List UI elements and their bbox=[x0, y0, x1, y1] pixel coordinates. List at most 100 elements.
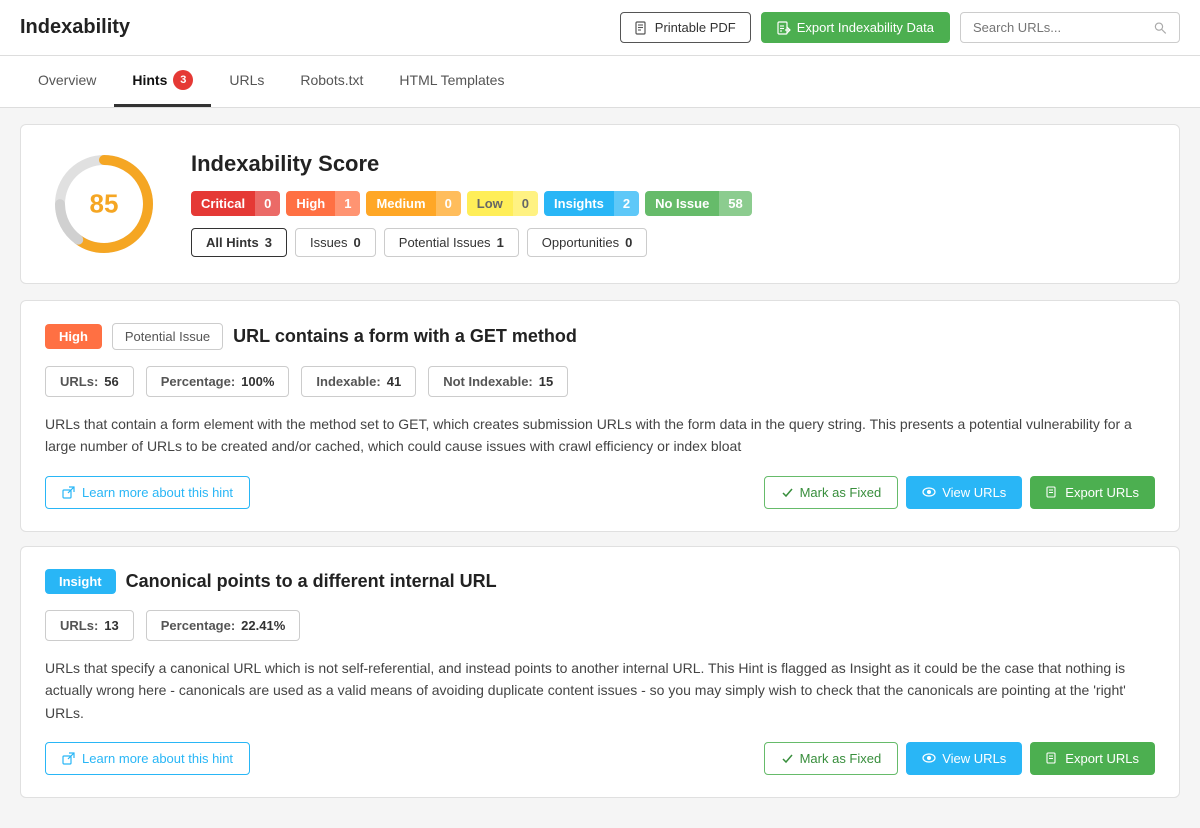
tab-overview[interactable]: Overview bbox=[20, 56, 114, 107]
hint-2-title: Canonical points to a different internal… bbox=[126, 571, 497, 592]
filter-opportunities-count: 0 bbox=[625, 235, 632, 250]
badge-critical-count: 0 bbox=[255, 191, 280, 216]
badge-critical-label: Critical bbox=[191, 191, 255, 216]
tab-hints[interactable]: Hints 3 bbox=[114, 56, 211, 107]
external-link-icon-2 bbox=[62, 752, 75, 765]
hint-2-mark-fixed-button[interactable]: Mark as Fixed bbox=[764, 742, 899, 775]
checkmark-icon-2 bbox=[781, 752, 794, 765]
hint-1-stat-urls: URLs: 56 bbox=[45, 366, 134, 397]
tab-overview-label: Overview bbox=[38, 72, 96, 88]
hint-1-header: High Potential Issue URL contains a form… bbox=[45, 323, 1155, 350]
hint-1-nidx-value: 15 bbox=[539, 374, 553, 389]
hint-1-stat-not-indexable: Not Indexable: 15 bbox=[428, 366, 568, 397]
pdf-icon bbox=[635, 21, 649, 35]
hint-1-stat-percentage: Percentage: 100% bbox=[146, 366, 290, 397]
hint-1-export-urls-label: Export URLs bbox=[1065, 485, 1139, 500]
hints-badge: 3 bbox=[173, 70, 193, 90]
hint-2-urls-label: URLs: bbox=[60, 618, 98, 633]
tab-hints-label: Hints bbox=[132, 72, 167, 88]
filter-all-hints[interactable]: All Hints 3 bbox=[191, 228, 287, 257]
badge-low-label: Low bbox=[467, 191, 513, 216]
search-icon bbox=[1154, 21, 1167, 35]
search-input[interactable] bbox=[973, 20, 1148, 35]
badge-noissue[interactable]: No Issue 58 bbox=[645, 191, 752, 216]
hint-1-urls-value: 56 bbox=[104, 374, 118, 389]
hint-1-stat-indexable: Indexable: 41 bbox=[301, 366, 416, 397]
hint-1-learn-more-button[interactable]: Learn more about this hint bbox=[45, 476, 250, 509]
tab-html-templates-label: HTML Templates bbox=[399, 72, 504, 88]
hint-1-export-urls-button[interactable]: Export URLs bbox=[1030, 476, 1155, 509]
eye-icon-2 bbox=[922, 751, 936, 765]
hint-1-type: Potential Issue bbox=[112, 323, 223, 350]
printable-pdf-button[interactable]: Printable PDF bbox=[620, 12, 751, 43]
badge-high-label: High bbox=[286, 191, 335, 216]
score-title: Indexability Score bbox=[191, 151, 1151, 177]
hint-1-pct-value: 100% bbox=[241, 374, 274, 389]
score-info: Indexability Score Critical 0 High 1 Med… bbox=[191, 151, 1151, 257]
hint-2-severity: Insight bbox=[45, 569, 116, 594]
eye-icon bbox=[922, 485, 936, 499]
badge-high-count: 1 bbox=[335, 191, 360, 216]
score-card: 85 Indexability Score Critical 0 High 1 … bbox=[20, 124, 1180, 284]
hint-2-description: URLs that specify a canonical URL which … bbox=[45, 657, 1155, 724]
hint-1-mark-fixed-label: Mark as Fixed bbox=[800, 485, 882, 500]
badge-critical[interactable]: Critical 0 bbox=[191, 191, 280, 216]
export-icon bbox=[777, 21, 791, 35]
export-urls-icon bbox=[1046, 486, 1059, 499]
export-urls-icon-2 bbox=[1046, 752, 1059, 765]
filter-potential-label: Potential Issues bbox=[399, 235, 491, 250]
filter-opportunities-label: Opportunities bbox=[542, 235, 619, 250]
tabs-bar: Overview Hints 3 URLs Robots.txt HTML Te… bbox=[0, 56, 1200, 108]
badge-insights-count: 2 bbox=[614, 191, 639, 216]
hint-2-export-urls-button[interactable]: Export URLs bbox=[1030, 742, 1155, 775]
filter-all-count: 3 bbox=[265, 235, 272, 250]
search-box bbox=[960, 12, 1180, 43]
hint-1-nidx-label: Not Indexable: bbox=[443, 374, 533, 389]
filter-potential-issues[interactable]: Potential Issues 1 bbox=[384, 228, 519, 257]
top-bar: Indexability Printable PDF Export Indexa… bbox=[0, 0, 1200, 56]
badge-medium[interactable]: Medium 0 bbox=[366, 191, 460, 216]
hint-1-learn-label: Learn more about this hint bbox=[82, 485, 233, 500]
hint-2-stat-urls: URLs: 13 bbox=[45, 610, 134, 641]
hint-2-urls-value: 13 bbox=[104, 618, 118, 633]
badge-noissue-count: 58 bbox=[719, 191, 751, 216]
badge-medium-label: Medium bbox=[366, 191, 435, 216]
hint-1-description: URLs that contain a form element with th… bbox=[45, 413, 1155, 458]
badge-low-count: 0 bbox=[513, 191, 538, 216]
hint-1-actions: Learn more about this hint Mark as Fixed… bbox=[45, 476, 1155, 509]
hint-1-view-urls-button[interactable]: View URLs bbox=[906, 476, 1022, 509]
tab-urls[interactable]: URLs bbox=[211, 56, 282, 107]
hint-card-2: Insight Canonical points to a different … bbox=[20, 546, 1180, 798]
hint-2-learn-label: Learn more about this hint bbox=[82, 751, 233, 766]
hint-2-view-urls-button[interactable]: View URLs bbox=[906, 742, 1022, 775]
hint-1-severity: High bbox=[45, 324, 102, 349]
tab-html-templates[interactable]: HTML Templates bbox=[381, 56, 522, 107]
hint-2-view-urls-label: View URLs bbox=[942, 751, 1006, 766]
badge-high[interactable]: High 1 bbox=[286, 191, 360, 216]
hint-2-stat-percentage: Percentage: 22.41% bbox=[146, 610, 301, 641]
filter-issues-label: Issues bbox=[310, 235, 348, 250]
hint-1-pct-label: Percentage: bbox=[161, 374, 235, 389]
hint-2-export-urls-label: Export URLs bbox=[1065, 751, 1139, 766]
hint-1-mark-fixed-button[interactable]: Mark as Fixed bbox=[764, 476, 899, 509]
filter-opportunities[interactable]: Opportunities 0 bbox=[527, 228, 648, 257]
filter-issues[interactable]: Issues 0 bbox=[295, 228, 376, 257]
hint-2-action-buttons: Mark as Fixed View URLs Export URLs bbox=[764, 742, 1155, 775]
export-data-button[interactable]: Export Indexability Data bbox=[761, 12, 950, 43]
hint-card-1: High Potential Issue URL contains a form… bbox=[20, 300, 1180, 532]
badge-low[interactable]: Low 0 bbox=[467, 191, 538, 216]
tab-urls-label: URLs bbox=[229, 72, 264, 88]
hint-1-view-urls-label: View URLs bbox=[942, 485, 1006, 500]
hint-1-action-buttons: Mark as Fixed View URLs Export URLs bbox=[764, 476, 1155, 509]
page-title: Indexability bbox=[20, 16, 130, 39]
badge-insights-label: Insights bbox=[544, 191, 614, 216]
badge-insights[interactable]: Insights 2 bbox=[544, 191, 639, 216]
hint-2-learn-more-button[interactable]: Learn more about this hint bbox=[45, 742, 250, 775]
external-link-icon bbox=[62, 486, 75, 499]
top-bar-left: Indexability bbox=[20, 16, 130, 39]
export-data-button-label: Export Indexability Data bbox=[797, 20, 934, 35]
tab-robots[interactable]: Robots.txt bbox=[282, 56, 381, 107]
hint-1-title: URL contains a form with a GET method bbox=[233, 326, 577, 347]
hint-1-urls-label: URLs: bbox=[60, 374, 98, 389]
filter-potential-count: 1 bbox=[497, 235, 504, 250]
